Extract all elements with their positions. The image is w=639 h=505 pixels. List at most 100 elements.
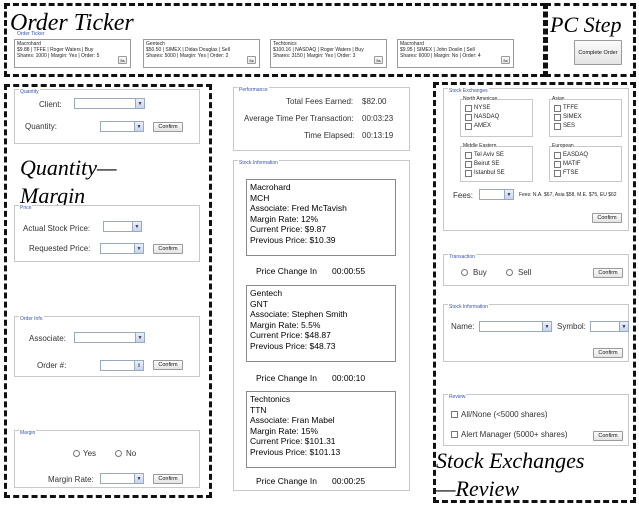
quantity-label: Quantity: — [25, 122, 58, 131]
order-info-confirm-button[interactable]: Confirm — [153, 360, 183, 370]
stock-name: Macrohard — [250, 182, 291, 192]
stock-current-price: Current Price: $101.31 — [250, 436, 336, 446]
stock-card: Gentech GNT Associate: Stephen Smith Mar… — [246, 285, 396, 362]
quantity-margin-annotation-2: Margin — [20, 183, 86, 208]
region-name: North American — [463, 96, 498, 103]
ticker-card: Macrohard $9.95 | SIMEX | John Doslin | … — [397, 39, 514, 68]
stock-info-select-group-title: Stock Information — [448, 304, 489, 310]
margin-rate-combobox[interactable]: ▼ — [100, 473, 144, 484]
name-combobox[interactable]: ▼ — [479, 321, 552, 332]
ticker-button[interactable]: 5s — [374, 56, 383, 64]
ticker-line2: Shares: 1000 | Margin: Yes | Order: 5 — [17, 53, 100, 59]
stock-current-price: Current Price: $9.87 — [250, 224, 327, 234]
chevron-down-icon: ▼ — [135, 99, 144, 108]
exchange-label: MATIF — [563, 161, 581, 167]
exchange-checkbox[interactable] — [465, 105, 472, 112]
region-group: Asian TFFE SIMEX SES — [549, 96, 622, 137]
complete-order-button[interactable]: Complete Order — [574, 40, 622, 65]
price-confirm-button[interactable]: Confirm — [153, 244, 183, 254]
order-number-label: Order #: — [37, 361, 67, 370]
transaction-confirm-button[interactable]: Confirm — [593, 268, 623, 278]
sell-radio[interactable] — [506, 269, 513, 276]
margin-group: Margin Yes No Margin Rate: ▼ Confirm — [14, 430, 200, 488]
chevron-down-icon: ▼ — [134, 244, 143, 253]
exchange-checkbox[interactable] — [554, 105, 561, 112]
fees-combobox[interactable]: ▼ — [479, 189, 514, 200]
stock-exchanges-confirm-button[interactable]: Confirm — [592, 213, 622, 223]
stock-margin-rate: Margin Rate: 5.5% — [250, 319, 321, 330]
requested-price-combobox[interactable]: ▼ — [100, 243, 144, 254]
price-change-label: Price Change In — [256, 476, 317, 486]
fees-note: Fees: N.A. $67, Asia $58, M.E. $75, EU $… — [519, 192, 617, 198]
region-group: Middle Eastern Tel Aviv SE Beirut SE Ist… — [460, 143, 533, 182]
buy-radio[interactable] — [461, 269, 468, 276]
margin-confirm-button[interactable]: Confirm — [153, 474, 183, 484]
client-combobox[interactable]: ▼ — [74, 98, 145, 109]
exchange-checkbox[interactable] — [465, 123, 472, 130]
total-fees-value: $82.00 — [362, 97, 387, 106]
actual-price-combobox[interactable]: ▼ — [103, 221, 142, 232]
price-change-label: Price Change In — [256, 266, 317, 276]
stock-current-price: Current Price: $48.87 — [250, 330, 331, 340]
exchange-checkbox[interactable] — [554, 114, 561, 121]
alert-manager-checkbox[interactable] — [451, 431, 458, 438]
exchange-label: Beirut SE — [474, 161, 500, 167]
chevron-down-icon: ▼ — [134, 474, 143, 483]
review-annotation: —Review — [436, 476, 520, 501]
region-name: Middle Eastern — [463, 143, 497, 150]
order-info-group: Order Info Associate: ▼ Order #: ⇕ Confi… — [14, 316, 200, 377]
stock-card: Techtonics TTN Associate: Fran Mabel Mar… — [246, 391, 396, 468]
symbol-combobox[interactable]: ▼ — [590, 321, 629, 332]
stock-margin-rate: Margin Rate: 15% — [250, 425, 319, 436]
stock-info-confirm-button[interactable]: Confirm — [593, 348, 623, 358]
stock-previous-price: Previous Price: $101.13 — [250, 446, 341, 457]
pc-step-annotation: PC Step — [550, 12, 622, 37]
price-group-title: Price — [19, 205, 33, 211]
total-fees-label: Total Fees Earned: — [286, 97, 354, 106]
exchange-checkbox[interactable] — [465, 170, 472, 177]
ticker-button[interactable]: 5s — [501, 56, 510, 64]
stock-information-group-title: Stock Information — [238, 160, 279, 166]
price-change-time: 00:00:25 — [332, 476, 366, 486]
exchange-checkbox[interactable] — [554, 123, 561, 130]
review-group: Review All/None (<5000 shares) Alert Man… — [443, 394, 629, 446]
ticker-button[interactable]: 5s — [247, 56, 256, 64]
all-none-label: All/None (<5000 shares) — [461, 410, 548, 419]
transaction-group-title: Transaction — [448, 254, 476, 260]
exchange-label: FTSE — [563, 170, 579, 176]
stock-card: Macrohard MCH Associate: Fred McTavish M… — [246, 179, 396, 256]
exchange-checkbox[interactable] — [554, 170, 561, 177]
review-confirm-button[interactable]: Confirm — [593, 431, 623, 441]
stock-exchanges-group-title: Stock Exchanges — [448, 88, 489, 94]
order-info-group-title: Order Info — [19, 316, 44, 322]
quantity-confirm-button[interactable]: Confirm — [153, 122, 183, 132]
price-change-time: 00:00:10 — [332, 373, 366, 383]
associate-combobox[interactable]: ▼ — [74, 332, 145, 343]
chevron-down-icon: ▼ — [135, 333, 144, 342]
ticker-line2: Shares: 6000 | Margin: No | Order: 4 — [400, 53, 481, 59]
margin-group-title: Margin — [19, 430, 37, 436]
exchange-checkbox[interactable] — [554, 161, 561, 168]
ticker-button[interactable]: 5s — [118, 56, 127, 64]
name-label: Name: — [451, 322, 475, 331]
exchange-label: Istanbul SE — [474, 170, 505, 176]
exchange-label: NYSE — [474, 105, 491, 111]
exchange-checkbox[interactable] — [465, 161, 472, 168]
margin-yes-radio[interactable] — [73, 450, 80, 457]
all-none-checkbox[interactable] — [451, 411, 458, 418]
margin-no-label: No — [126, 449, 137, 458]
average-time-value: 00:03:23 — [362, 114, 394, 123]
exchange-checkbox[interactable] — [465, 114, 472, 121]
buy-label: Buy — [473, 268, 487, 277]
price-change-label: Price Change In — [256, 373, 317, 383]
quantity-combobox[interactable]: ▼ — [100, 121, 144, 132]
chevron-down-icon: ▼ — [132, 222, 141, 231]
exchange-checkbox[interactable] — [554, 152, 561, 159]
margin-no-radio[interactable] — [115, 450, 122, 457]
stock-associate: Associate: Fran Mabel — [250, 415, 335, 425]
quantity-group-title: Quantity — [19, 89, 40, 95]
transaction-group: Transaction Buy Sell Confirm — [443, 254, 629, 286]
exchange-checkbox[interactable] — [465, 152, 472, 159]
order-ticker-group-title: Order Ticker — [16, 31, 46, 37]
order-number-spinner[interactable]: ⇕ — [100, 360, 144, 371]
